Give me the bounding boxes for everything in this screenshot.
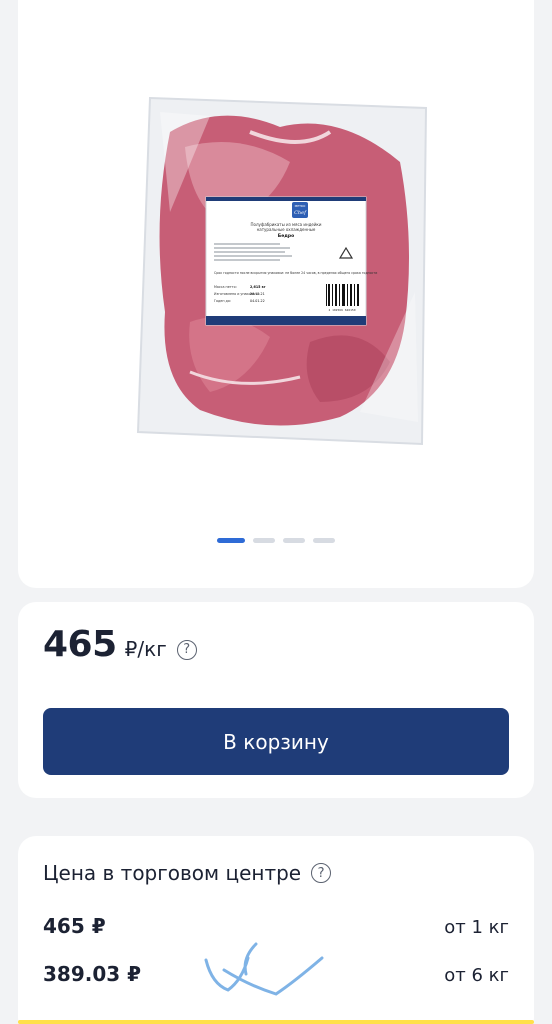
help-icon[interactable]: ? bbox=[311, 863, 332, 883]
svg-text:Срок годности после вскрытия у: Срок годности после вскрытия упаковки: н… bbox=[214, 271, 377, 275]
svg-text:04.01.22: 04.01.22 bbox=[250, 299, 265, 303]
svg-text:METRO: METRO bbox=[295, 204, 306, 208]
store-prices-card: Цена в торговом центре ? 465 ₽ от 1 кг 3… bbox=[18, 836, 534, 1024]
store-prices-title-text: Цена в торговом центре bbox=[43, 861, 302, 885]
svg-text:2,615 кг: 2,615 кг bbox=[250, 285, 266, 289]
tier-price: 389.03 ₽ bbox=[43, 962, 142, 986]
tier-quantity: от 6 кг bbox=[444, 965, 509, 986]
price-card: 465 ₽/кг ? В корзину bbox=[18, 602, 534, 798]
gallery-dot-4[interactable] bbox=[313, 538, 335, 543]
price-unit: ₽/кг bbox=[124, 637, 167, 661]
help-icon[interactable]: ? bbox=[176, 639, 197, 660]
svg-text:Бедро: Бедро bbox=[278, 233, 294, 239]
gallery-dot-2[interactable] bbox=[253, 538, 275, 543]
svg-text:Chef: Chef bbox=[294, 210, 307, 216]
gallery-pagination bbox=[18, 538, 534, 543]
handwritten-scribble bbox=[204, 942, 324, 996]
gallery-dot-3[interactable] bbox=[283, 538, 305, 543]
tier-quantity: от 1 кг bbox=[444, 917, 509, 938]
tier-price: 465 ₽ bbox=[43, 914, 106, 938]
product-image[interactable]: METRO Chef Полуфабрикаты из мяса индейки… bbox=[130, 92, 430, 456]
bottom-accent-bar bbox=[18, 1020, 534, 1024]
store-prices-title: Цена в торговом центре ? bbox=[43, 861, 332, 885]
svg-text:Годен до:: Годен до: bbox=[214, 299, 231, 303]
svg-text:26.12.21: 26.12.21 bbox=[250, 292, 265, 296]
price-row: 465 ₽/кг ? bbox=[43, 624, 197, 665]
package-label: METRO Chef Полуфабрикаты из мяса индейки… bbox=[205, 196, 377, 326]
price-value: 465 bbox=[43, 624, 117, 665]
gallery-dot-1[interactable] bbox=[217, 538, 245, 543]
product-gallery[interactable]: METRO Chef Полуфабрикаты из мяса индейки… bbox=[18, 0, 534, 588]
price-tier-row: 465 ₽ от 1 кг bbox=[43, 914, 509, 938]
svg-text:натуральные охлажденные: натуральные охлажденные bbox=[257, 227, 316, 232]
svg-text:2 102566 626150: 2 102566 626150 bbox=[328, 308, 355, 312]
svg-text:Масса нетто:: Масса нетто: bbox=[214, 285, 237, 289]
add-to-cart-button[interactable]: В корзину bbox=[43, 708, 509, 775]
